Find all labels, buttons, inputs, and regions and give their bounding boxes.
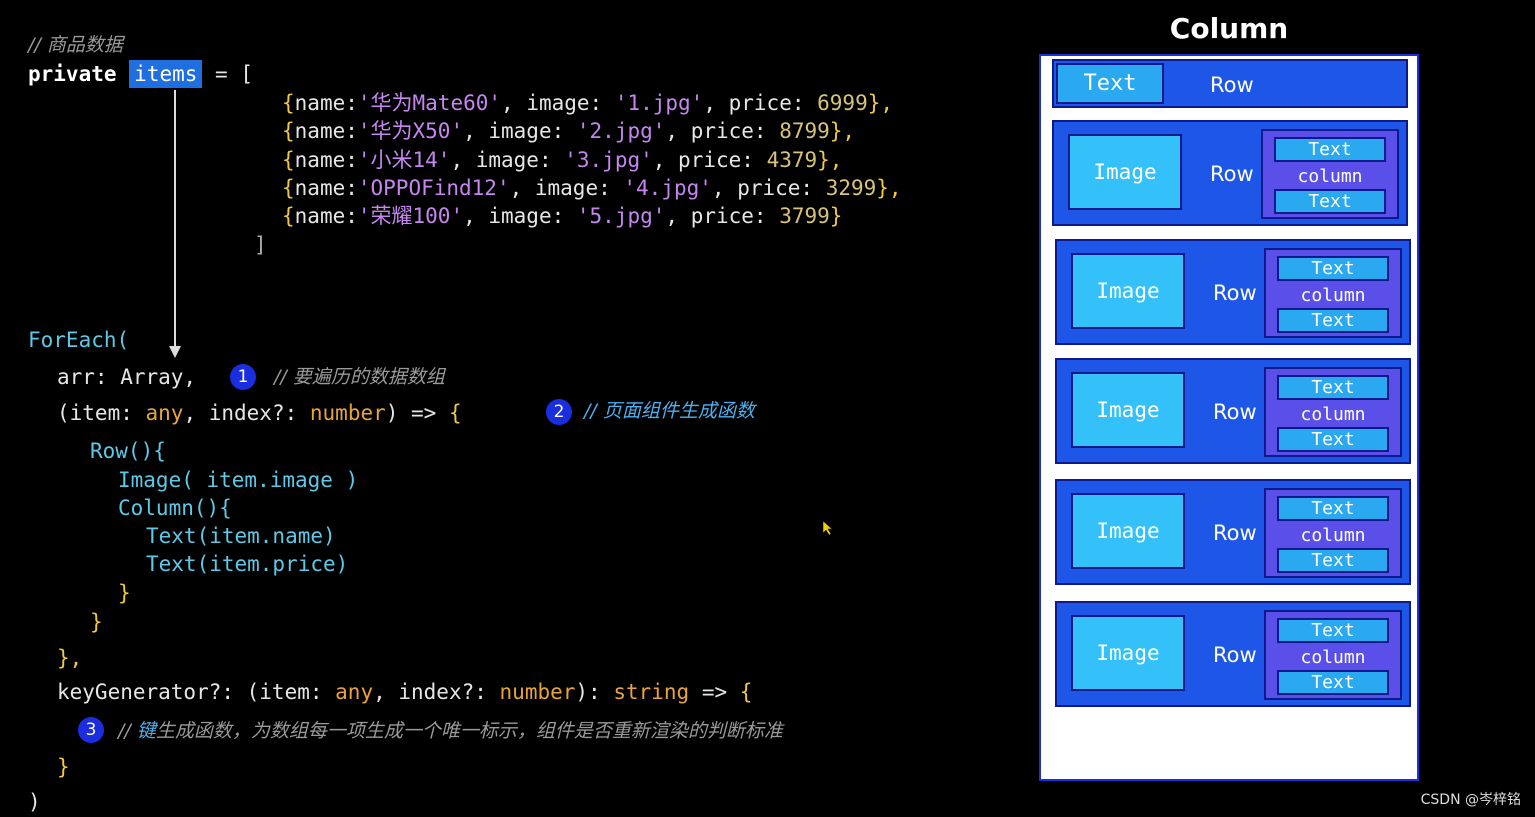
row-label: Row bbox=[1210, 162, 1254, 186]
column-text-bottom: Text bbox=[1277, 308, 1389, 333]
column-box: Text column Text bbox=[1264, 367, 1402, 457]
column-label: column bbox=[1300, 525, 1366, 546]
item-entry: {name:'小米14', image: '3.jpg', price: 437… bbox=[282, 147, 843, 172]
item-any: any bbox=[145, 401, 184, 425]
header-text-box: Text bbox=[1056, 63, 1164, 104]
row-label: Row bbox=[1213, 643, 1257, 667]
item-number: number bbox=[309, 401, 386, 425]
column-text-top: Text bbox=[1277, 256, 1389, 281]
mouse-cursor-icon bbox=[822, 520, 833, 536]
close-row: } bbox=[90, 610, 103, 634]
items-declaration: private items = [ bbox=[28, 60, 253, 88]
badge-2: 2 bbox=[546, 399, 572, 425]
product-row: Image Row Text column Text bbox=[1052, 120, 1408, 226]
item-comment: // 页面组件生成函数 bbox=[584, 400, 755, 422]
item-entry: {name:'华为X50', image: '2.jpg', price: 87… bbox=[282, 119, 856, 144]
assign-operator: = [ bbox=[202, 62, 253, 86]
product-row: Image Row Text column Text bbox=[1055, 601, 1411, 707]
column-text-bottom: Text bbox=[1274, 189, 1386, 214]
key-d: => bbox=[689, 680, 740, 704]
image-line: Image( item.image ) bbox=[118, 468, 359, 492]
close-bracket: ] bbox=[254, 233, 267, 257]
item-b: , index?: bbox=[183, 401, 310, 425]
badge-3: 3 bbox=[78, 717, 104, 743]
column-text-bottom: Text bbox=[1277, 548, 1389, 573]
row-label: Row bbox=[1213, 400, 1257, 424]
close-column: } bbox=[118, 581, 131, 605]
item-brace: { bbox=[448, 401, 462, 425]
key-number: number bbox=[499, 680, 576, 704]
image-box: Image bbox=[1071, 493, 1185, 569]
column-label: column bbox=[1300, 285, 1366, 306]
badge-1: 1 bbox=[230, 364, 256, 390]
product-row: Image Row Text column Text bbox=[1055, 479, 1411, 585]
key-brace: { bbox=[739, 680, 753, 704]
row-label: Row bbox=[1213, 281, 1257, 305]
key-c: ): bbox=[575, 680, 614, 704]
key-comment-text: 生成函数，为数组每一项生成一个唯一标示，组件是否重新渲染的判断标准 bbox=[155, 720, 783, 742]
row-open: Row(){ bbox=[90, 439, 166, 463]
image-box: Image bbox=[1071, 615, 1185, 691]
column-title: Column bbox=[1169, 12, 1289, 45]
close-item-fn: }, bbox=[57, 646, 83, 670]
item-param: (item: any, index?: number) => { bbox=[57, 403, 462, 424]
image-box: Image bbox=[1071, 372, 1185, 448]
header-row-label: Row bbox=[1210, 73, 1254, 97]
column-label: column bbox=[1297, 166, 1363, 187]
column-text-top: Text bbox=[1277, 375, 1389, 400]
item-entry: {name:'荣耀100', image: '5.jpg', price: 37… bbox=[282, 204, 843, 229]
arr-comment: // 要遍历的数据数组 bbox=[274, 366, 445, 388]
header-row: Text Row bbox=[1052, 59, 1408, 108]
product-row: Image Row Text column Text bbox=[1055, 358, 1411, 464]
watermark: CSDN @岑梓铭 bbox=[1420, 792, 1521, 808]
column-box: Text column Text bbox=[1264, 610, 1402, 700]
column-text-bottom: Text bbox=[1277, 670, 1389, 695]
image-box: Image bbox=[1068, 134, 1182, 210]
column-text-top: Text bbox=[1277, 618, 1389, 643]
image-box: Image bbox=[1071, 253, 1185, 329]
close-foreach: ) bbox=[28, 790, 41, 814]
arr-param: arr: Array, bbox=[57, 365, 197, 389]
product-row: Image Row Text column Text bbox=[1055, 239, 1411, 345]
item-entry: {name:'OPPOFind12', image: '4.jpg', pric… bbox=[282, 175, 902, 200]
column-box: Text column Text bbox=[1261, 129, 1399, 219]
column-text-top: Text bbox=[1277, 496, 1389, 521]
column-label: column bbox=[1300, 404, 1366, 425]
row-label: Row bbox=[1213, 521, 1257, 545]
key-a: keyGenerator?: (item: bbox=[57, 680, 336, 704]
items-arrow bbox=[169, 90, 181, 358]
key-generator-line: keyGenerator?: (item: any, index?: numbe… bbox=[57, 682, 752, 703]
column-open: Column(){ bbox=[118, 496, 232, 520]
column-text-bottom: Text bbox=[1277, 427, 1389, 452]
close-key-fn: } bbox=[57, 755, 70, 779]
column-box: Text column Text bbox=[1264, 248, 1402, 338]
comment-product-data: // 商品数据 bbox=[28, 34, 123, 56]
item-entry: {name:'华为Mate60', image: '1.jpg', price:… bbox=[282, 91, 894, 115]
private-keyword: private bbox=[28, 62, 117, 86]
key-any: any bbox=[335, 680, 374, 704]
items-identifier: items bbox=[129, 60, 203, 88]
text-price-line: Text(item.price) bbox=[146, 552, 349, 576]
key-comment-highlight: 键 bbox=[136, 720, 156, 742]
column-text-top: Text bbox=[1274, 137, 1386, 162]
key-comment: // 键生成函数，为数组每一项生成一个唯一标示，组件是否重新渲染的判断标准 bbox=[118, 720, 783, 741]
column-label: column bbox=[1300, 647, 1366, 668]
key-comment-prefix: // bbox=[118, 720, 137, 742]
key-string: string bbox=[613, 680, 690, 704]
text-name-line: Text(item.name) bbox=[146, 524, 336, 548]
key-b: , index?: bbox=[373, 680, 500, 704]
foreach-call: ForEach( bbox=[28, 328, 130, 352]
item-a: (item: bbox=[57, 401, 146, 425]
column-box: Text column Text bbox=[1264, 488, 1402, 578]
item-c: ) => bbox=[385, 401, 449, 425]
